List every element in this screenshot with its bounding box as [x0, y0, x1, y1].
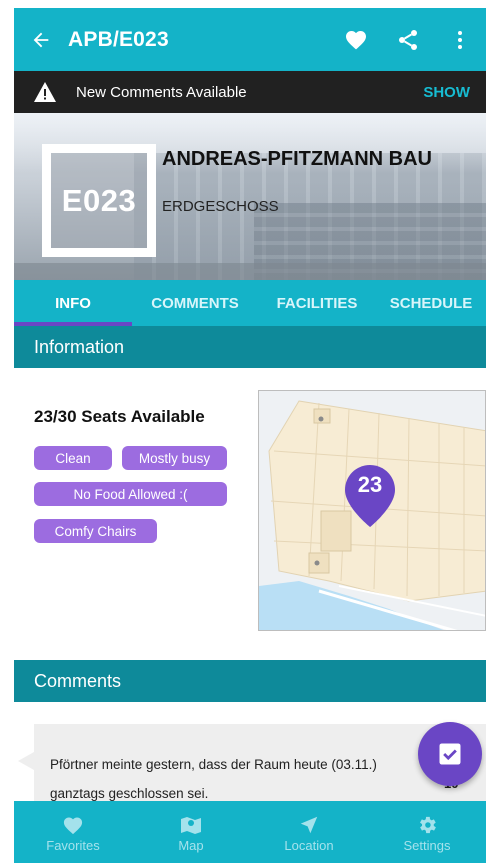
tab-comments[interactable]: COMMENTS — [132, 280, 258, 326]
nav-label: Favorites — [46, 837, 100, 853]
app-bar: APB/E023 — [14, 8, 486, 71]
overflow-menu-button[interactable] — [434, 8, 486, 71]
nav-label: Settings — [403, 837, 451, 853]
nav-label: Map — [178, 837, 204, 853]
floor-name: ERDGESCHOSS — [162, 198, 279, 215]
share-button[interactable] — [382, 8, 434, 71]
gear-icon — [416, 812, 438, 838]
tag-chip: No Food Allowed :( — [34, 482, 227, 506]
more-vertical-icon — [458, 30, 462, 49]
arrow-back-icon — [33, 32, 49, 47]
page-title: APB/E023 — [68, 27, 169, 51]
tab-facilities[interactable]: FACILITIES — [258, 280, 376, 326]
show-comments-button[interactable]: SHOW — [423, 84, 486, 101]
comments-section-header: Comments — [14, 660, 486, 702]
building-header-image: E023 ANDREAS-PFITZMANN BAU ERDGESCHOSS — [14, 113, 486, 280]
room-code: E023 — [61, 182, 137, 218]
building-name: ANDREAS-PFITZMANN BAU — [162, 148, 432, 170]
bottom-navigation: Favorites Map Location Settings — [14, 801, 486, 863]
nav-favorites[interactable]: Favorites — [14, 801, 132, 863]
tab-info[interactable]: INFO — [14, 280, 132, 326]
navigation-arrow-icon — [298, 812, 320, 838]
checkbox-check-icon — [439, 743, 461, 765]
check-in-button[interactable] — [418, 722, 482, 786]
comment-text: Pförtner meinte gestern, dass der Raum h… — [50, 757, 377, 801]
heart-icon — [346, 30, 366, 49]
favorite-button[interactable] — [330, 8, 382, 71]
app-screen: APB/E023 New Comments Available SHOW E02… — [0, 0, 486, 867]
information-section-header: Information — [14, 326, 486, 368]
map-icon — [179, 812, 203, 838]
tag-chip: Mostly busy — [122, 446, 227, 470]
back-button[interactable] — [14, 8, 68, 71]
room-map[interactable]: 23 — [258, 390, 486, 631]
pin-label: 23 — [357, 472, 383, 497]
tag-chip: Clean — [34, 446, 112, 470]
share-icon — [399, 29, 417, 50]
tab-schedule[interactable]: SCHEDULE — [376, 280, 486, 326]
tab-bar: INFO COMMENTS FACILITIES SCHEDULE — [14, 280, 486, 326]
nav-map[interactable]: Map — [132, 801, 250, 863]
room-location-pin[interactable]: 23 — [343, 463, 397, 529]
nav-settings[interactable]: Settings — [368, 801, 486, 863]
warning-icon — [14, 81, 76, 103]
nav-label: Location — [284, 837, 334, 853]
banner-message: New Comments Available — [76, 83, 247, 101]
room-code-card: E023 — [42, 144, 156, 257]
new-comments-banner: New Comments Available SHOW — [14, 71, 486, 113]
nav-location[interactable]: Location — [250, 801, 368, 863]
seats-available: 23/30 Seats Available — [34, 407, 205, 426]
heart-icon — [62, 812, 84, 838]
tag-chip: Comfy Chairs — [34, 519, 157, 543]
